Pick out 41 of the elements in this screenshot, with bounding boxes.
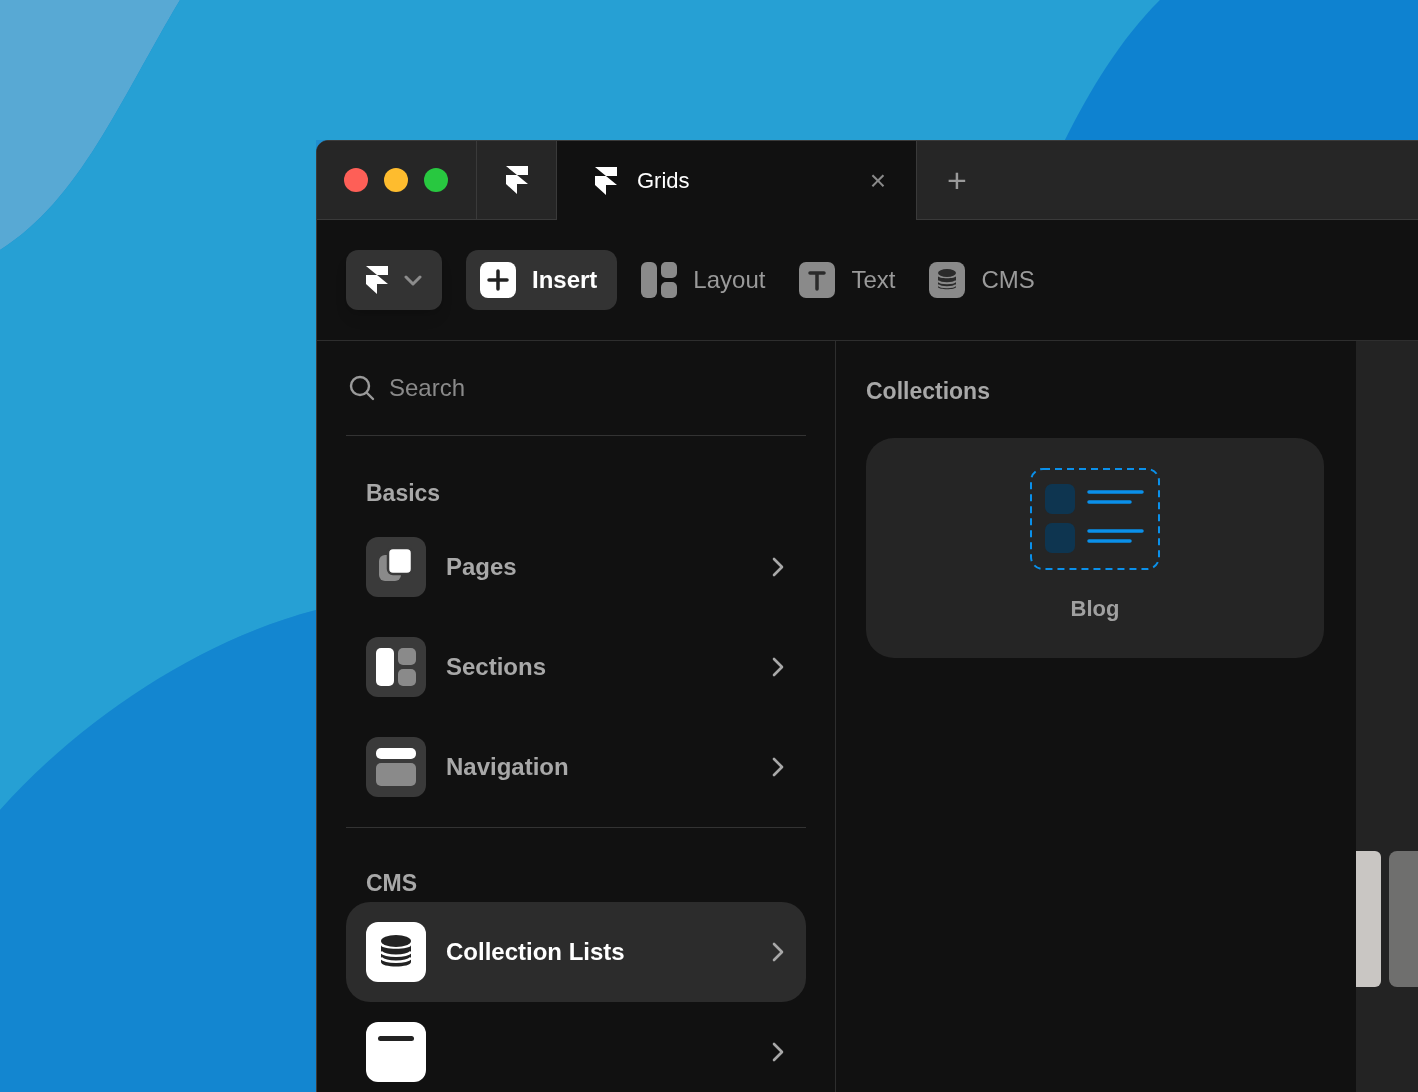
insert-menu-item[interactable]: Sections	[346, 616, 806, 717]
insert-menu-item[interactable]: Navigation	[346, 716, 806, 817]
toolbar-tab[interactable]: Layout	[641, 250, 776, 310]
new-tab-button[interactable]: +	[917, 141, 997, 219]
minimize-window-button[interactable]	[384, 168, 408, 192]
zoom-window-button[interactable]	[424, 168, 448, 192]
chevron-right-icon	[772, 756, 784, 777]
section-heading: Basics	[365, 479, 442, 508]
layout-icon	[641, 262, 678, 298]
fields-icon	[366, 1022, 426, 1082]
search-field[interactable]: Search	[389, 370, 749, 406]
logo-icon	[505, 166, 528, 194]
sections-icon	[366, 636, 426, 697]
card-label: Blog	[1070, 595, 1120, 623]
database-icon	[366, 922, 426, 982]
project-menu-button[interactable]	[346, 250, 442, 310]
insert-menu-item[interactable]: Pages	[346, 516, 806, 617]
navigation-icon	[366, 736, 426, 797]
database-icon	[929, 262, 966, 298]
toolbar-tab[interactable]: Text	[799, 250, 906, 310]
text-icon	[799, 262, 836, 298]
insert-menu-item[interactable]: Collection Lists	[346, 902, 806, 1002]
search-icon	[349, 375, 375, 401]
chevron-right-icon	[772, 656, 784, 677]
pages-icon	[366, 536, 426, 597]
close-tab-button[interactable]: ×	[869, 166, 886, 195]
plus-icon	[480, 262, 516, 298]
tab[interactable]: Grids ×	[557, 141, 917, 220]
collections-heading: Collections	[866, 377, 991, 406]
logo-icon	[366, 266, 388, 294]
chevron-right-icon	[772, 1042, 784, 1062]
collection-list-icon	[1030, 468, 1160, 570]
chevron-down-icon	[404, 274, 422, 286]
logo-icon	[595, 166, 617, 195]
chevron-right-icon	[772, 942, 784, 962]
collection-card[interactable]: Blog	[866, 438, 1324, 658]
toolbar-tab[interactable]: CMS	[929, 250, 1045, 310]
chevron-right-icon	[772, 556, 784, 577]
section-heading: CMS	[365, 868, 419, 898]
toolbar-tab[interactable]: Insert	[466, 250, 618, 310]
close-window-button[interactable]	[344, 168, 368, 192]
